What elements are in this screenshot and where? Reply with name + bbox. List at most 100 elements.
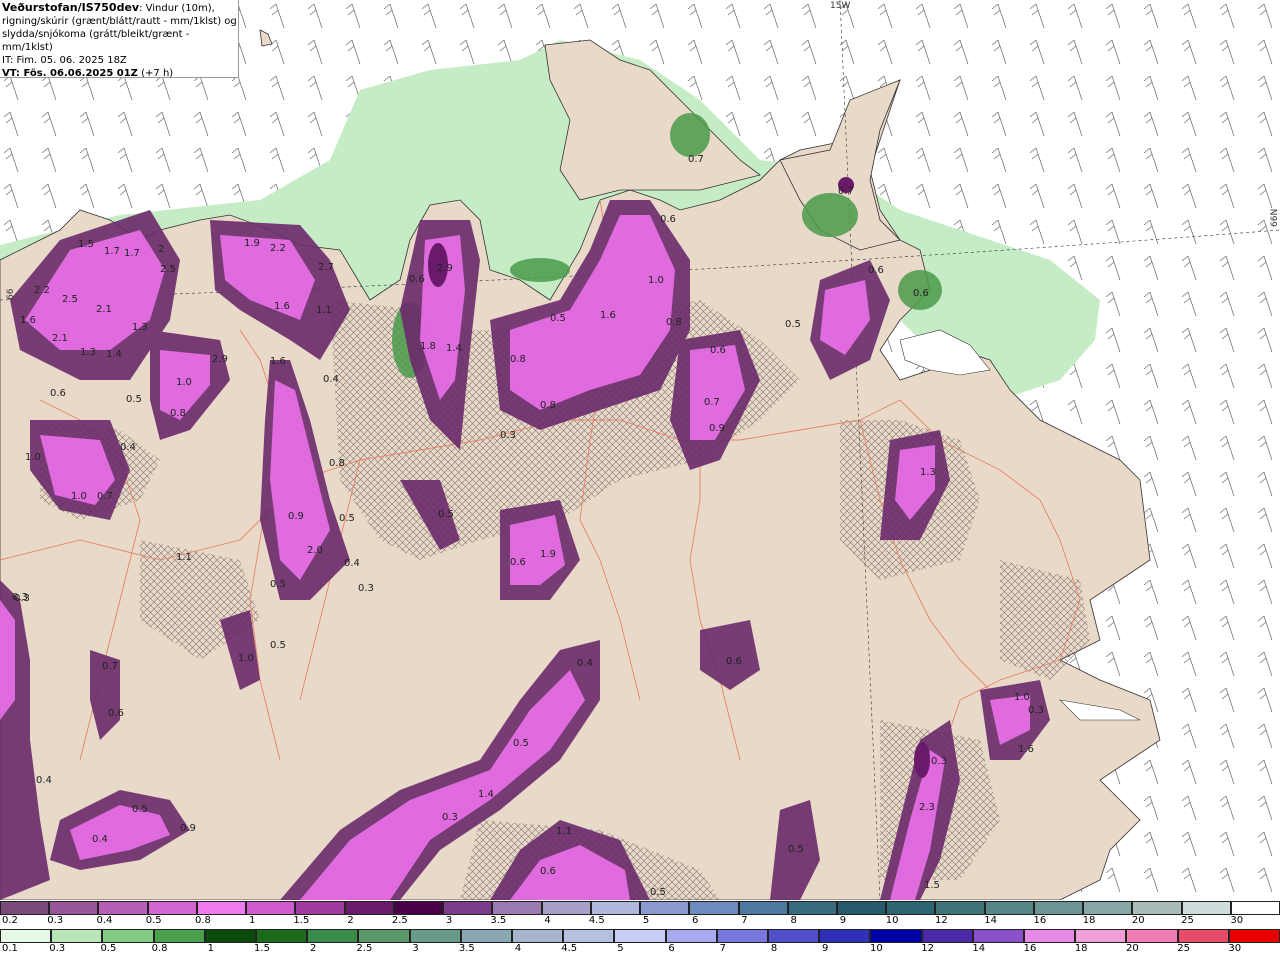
precip-value-label: 0.8 <box>540 400 556 411</box>
precip-value-label: 0.5 <box>126 394 142 405</box>
colorbar-tick-label: 1.5 <box>254 943 270 954</box>
precip-value-label: 0.8 <box>510 354 526 365</box>
precip-value-label: 1.1 <box>176 552 192 563</box>
precip-value-label: 0.7 <box>97 491 113 502</box>
desc-line-1: : Vindur (10m), <box>139 3 215 14</box>
colorbar-tick-label: 9 <box>839 915 847 926</box>
colorbar-swatch <box>738 901 788 915</box>
colorbar-swatch <box>512 929 564 943</box>
colorbar-tick-label: 0.3 <box>49 943 66 954</box>
colorbar-tick-label: 0.1 <box>2 943 18 954</box>
colorbar-tick-label: 10 <box>870 943 883 954</box>
precip-value-label: 0.6 <box>409 274 425 285</box>
colorbar-swatch <box>870 929 922 943</box>
colorbar-tick-label: 0.5 <box>100 943 117 954</box>
colorbar-tick-label: 20 <box>1131 915 1145 926</box>
colorbar-swatch <box>492 901 542 915</box>
map-info-box: Veðurstofan/IS750dev: Vindur (10m), rign… <box>0 0 239 79</box>
colorbar-tick-label: 1 <box>207 943 214 954</box>
colorbar-tick-label: 1 <box>248 915 256 926</box>
colorbar-tick-label: 30 <box>1228 943 1242 954</box>
precip-value-label: 0.9 <box>288 511 304 522</box>
colorbar-tick-label: 30 <box>1230 915 1244 926</box>
precip-value-label: 1.7 <box>104 246 120 257</box>
colorbar-swatch <box>787 901 837 915</box>
colorbar-swatch <box>1230 901 1280 915</box>
precip-value-label: 1.6 <box>1018 744 1034 755</box>
colorbar-tick-label: 6 <box>692 915 699 926</box>
colorbar-tick-label: 0.5 <box>145 915 162 926</box>
precip-value-label: 0.5 <box>132 804 148 815</box>
colorbar-swatch <box>1181 901 1231 915</box>
colorbar-swatch <box>1075 929 1127 943</box>
colorbar-tick-label: 0.4 <box>96 915 113 926</box>
precip-value-label: 2.3 <box>919 802 935 813</box>
colorbar-tick-label: 7 <box>719 943 726 954</box>
precip-value-label: 1.9 <box>540 549 556 560</box>
colorbar-swatch <box>541 901 591 915</box>
precip-value-label: 0.5 <box>785 319 801 330</box>
precip-value-label: 1.6 <box>274 301 290 312</box>
precip-value-label: 0.4 <box>344 558 360 569</box>
colorbar-swatch <box>307 929 359 943</box>
precip-value-label: 0.4 <box>92 834 108 845</box>
colorbar-swatch <box>358 929 410 943</box>
colorbar-swatch <box>102 929 154 943</box>
precip-value-label: 0.7 <box>102 661 118 672</box>
colorbar-tick-label: 0.3 <box>47 915 64 926</box>
precip-value-label: 2.0 <box>307 545 323 556</box>
precip-value-label: 0.5 <box>788 844 804 855</box>
precip-value-label: 0.3 <box>931 756 947 767</box>
colorbar-swatch <box>689 901 739 915</box>
colorbar-tick-label: 20 <box>1126 943 1139 954</box>
precip-value-label: 1.7 <box>124 248 140 259</box>
colorbar-tick-label: 10 <box>885 915 899 926</box>
colorbar-swatch <box>563 929 615 943</box>
colorbar-tick-label: 9 <box>822 943 829 954</box>
precip-value-label: 0.8 <box>329 458 345 469</box>
rain-colorbar <box>0 929 1280 943</box>
precip-value-label: 0.6 <box>726 656 742 667</box>
colorbar-swatch <box>0 929 52 943</box>
colorbar-tick-label: 4 <box>544 915 551 926</box>
source-title: Veðurstofan/IS750dev <box>2 1 140 14</box>
colorbar-swatch <box>246 901 296 915</box>
precip-value-label: 0.6 <box>913 288 929 299</box>
colorbar-swatch <box>614 929 666 943</box>
precip-value-label: 0.8 <box>666 317 682 328</box>
snow-colorbar-ticks: 0.2 0.3 0.4 0.5 0.8 1 1.5 2 2.5 3 3.5 4 4.5 5 6 7 8 9 10 12… <box>0 915 1280 928</box>
colorbar-tick-label: 25 <box>1177 943 1190 954</box>
precip-value-label: 0.6 <box>710 345 726 356</box>
colorbar-tick-label: 6 <box>668 943 675 954</box>
colorbar-swatch <box>921 929 973 943</box>
colorbar-swatch <box>716 929 769 943</box>
colorbar-swatch <box>443 901 493 915</box>
precip-value-label: 0.3 <box>358 583 374 594</box>
precip-value-label: 0.4 <box>323 374 339 385</box>
colorbar-swatch <box>409 929 461 943</box>
colorbar-swatch <box>640 901 690 915</box>
precip-value-label: 0.9 <box>180 823 196 834</box>
colorbar-tick-label: 8 <box>770 943 778 954</box>
precip-value-label: 0.5 <box>270 640 286 651</box>
precip-value-label: 0.6 <box>510 557 526 568</box>
colorbar-tick-label: 3 <box>445 915 453 926</box>
colorbar-tick-label: 4.5 <box>561 943 578 954</box>
colorbar-swatch <box>98 901 148 915</box>
colorbar-swatch <box>819 929 871 943</box>
colorbar-tick-label: 2.5 <box>391 915 408 926</box>
precip-value-label: 0.3 <box>500 430 516 441</box>
precip-value-label: 0.6 <box>108 708 124 719</box>
precip-value-label: 0.5 <box>270 579 286 590</box>
precip-value-label: 0.8 <box>170 408 186 419</box>
colorbar-swatch <box>984 901 1034 915</box>
precip-value-label: 1.0 <box>1014 692 1030 703</box>
precip-value-label: 1.6 <box>20 315 36 326</box>
precip-value-label: 2.9 <box>437 263 453 274</box>
desc-line-2: rigning/skúrir (grænt/blátt/rautt - mm/1… <box>2 16 237 27</box>
precip-value-label: 1.5 <box>78 239 94 250</box>
colorbar-swatch <box>1228 929 1280 943</box>
colorbar-swatch <box>972 929 1025 943</box>
colorbar-tick-label: 7 <box>741 915 748 926</box>
colorbar-swatch <box>204 929 257 943</box>
